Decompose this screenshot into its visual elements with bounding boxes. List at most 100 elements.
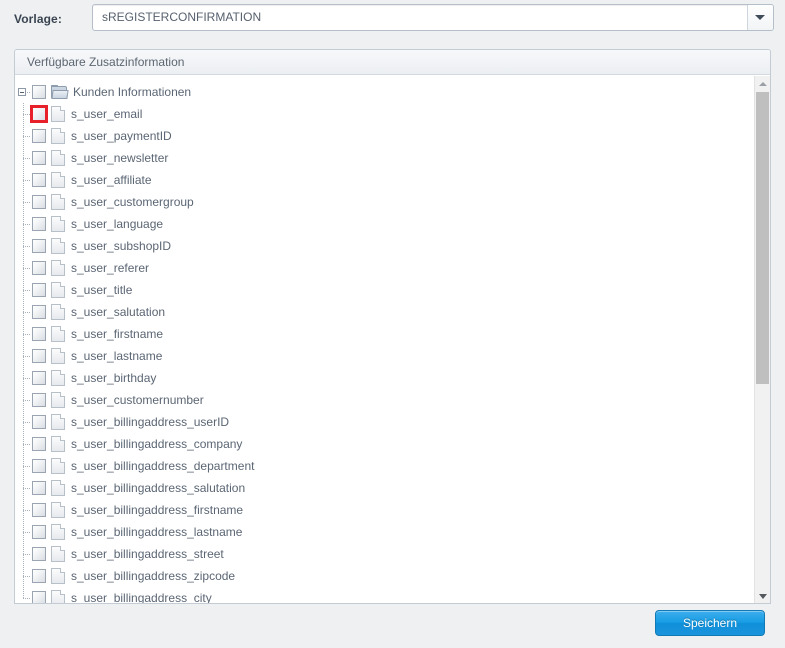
tree-node[interactable]: s_user_affiliate xyxy=(15,169,748,191)
tree-node[interactable]: s_user_billingaddress_userID xyxy=(15,411,748,433)
tree-node-checkbox[interactable] xyxy=(32,569,46,583)
tree-connector xyxy=(15,543,31,565)
tree-vertical-scrollbar[interactable] xyxy=(754,76,770,603)
tree-node-checkbox[interactable] xyxy=(32,85,46,99)
tree-node-checkbox[interactable] xyxy=(32,151,46,165)
tree-node-label: s_user_billingaddress_salutation xyxy=(71,481,246,495)
tree-connector xyxy=(15,169,31,191)
file-icon xyxy=(51,128,65,144)
tree-node-label: s_user_billingaddress_company xyxy=(71,437,243,451)
tree-connector xyxy=(15,521,31,543)
tree-node[interactable]: s_user_billingaddress_city xyxy=(15,587,748,604)
tree-node-checkbox[interactable] xyxy=(32,305,46,319)
tree-node-checkbox[interactable] xyxy=(32,415,46,429)
tree-connector xyxy=(15,433,31,455)
tree-node[interactable]: s_user_billingaddress_company xyxy=(15,433,748,455)
tree-node-checkbox[interactable] xyxy=(30,105,48,123)
tree-node-checkbox[interactable] xyxy=(32,129,46,143)
tree-node[interactable]: s_user_billingaddress_zipcode xyxy=(15,565,748,587)
tree-node-checkbox[interactable] xyxy=(32,371,46,385)
tree-node[interactable]: s_user_newsletter xyxy=(15,147,748,169)
tree-node-checkbox[interactable] xyxy=(32,437,46,451)
tree-connector xyxy=(15,455,31,477)
file-icon xyxy=(51,194,65,210)
scroll-up-button[interactable] xyxy=(755,76,770,92)
tree-node-list: Kunden Informationen s_user_email s_user_p… xyxy=(15,76,748,604)
tree-node-label: s_user_email xyxy=(71,107,143,121)
collapse-toggle-icon[interactable] xyxy=(15,81,31,103)
tree-node-checkbox[interactable] xyxy=(32,547,46,561)
file-icon xyxy=(51,502,65,518)
tree-node[interactable]: s_user_language xyxy=(15,213,748,235)
tree-node[interactable]: s_user_email xyxy=(15,103,748,125)
file-icon xyxy=(51,304,65,320)
tree-connector xyxy=(15,235,31,257)
tree-connector xyxy=(15,279,31,301)
template-combobox-trigger[interactable] xyxy=(747,5,773,30)
scroll-down-arrow-icon xyxy=(759,594,767,599)
tree-node-checkbox[interactable] xyxy=(32,459,46,473)
tree-connector xyxy=(15,345,31,367)
tree-node[interactable]: s_user_birthday xyxy=(15,367,748,389)
tree-node-checkbox[interactable] xyxy=(32,261,46,275)
tree-node[interactable]: s_user_paymentID xyxy=(15,125,748,147)
tree-node-checkbox[interactable] xyxy=(32,195,46,209)
tree-node-checkbox[interactable] xyxy=(32,283,46,297)
file-icon xyxy=(51,590,65,603)
tree-node-label: s_user_billingaddress_department xyxy=(71,459,255,473)
tree-node-label: s_user_billingaddress_lastname xyxy=(71,525,243,539)
scroll-down-button[interactable] xyxy=(755,588,770,603)
tree-node[interactable]: s_user_referer xyxy=(15,257,748,279)
file-icon xyxy=(51,260,65,276)
tree-node-label: s_user_salutation xyxy=(71,305,166,319)
tree-node-label: s_user_customergroup xyxy=(71,195,194,209)
tree-node-checkbox[interactable] xyxy=(32,525,46,539)
template-combobox-value[interactable]: sREGISTERCONFIRMATION xyxy=(102,5,722,30)
folder-open-icon xyxy=(51,85,69,99)
template-field-label: Vorlage: xyxy=(14,12,62,26)
tree-connector xyxy=(15,257,31,279)
tree-connector xyxy=(15,565,31,587)
file-icon xyxy=(51,458,65,474)
tree-connector xyxy=(15,323,31,345)
tree-node-checkbox[interactable] xyxy=(32,481,46,495)
tree-node[interactable]: s_user_title xyxy=(15,279,748,301)
tree-node-root[interactable]: Kunden Informationen xyxy=(15,81,748,103)
tree-scroll-area[interactable]: Kunden Informationen s_user_email s_user_p… xyxy=(15,76,748,604)
tree-node-checkbox[interactable] xyxy=(32,591,46,603)
tree-node-label: s_user_title xyxy=(71,283,133,297)
tree-node[interactable]: s_user_billingaddress_firstname xyxy=(15,499,748,521)
tree-node-checkbox[interactable] xyxy=(32,393,46,407)
tree-node-label: s_user_paymentID xyxy=(71,129,172,143)
file-icon xyxy=(51,436,65,452)
tree-node[interactable]: s_user_salutation xyxy=(15,301,748,323)
tree-node[interactable]: s_user_customergroup xyxy=(15,191,748,213)
tree-node[interactable]: s_user_billingaddress_salutation xyxy=(15,477,748,499)
tree-connector xyxy=(15,411,31,433)
template-combobox[interactable]: sREGISTERCONFIRMATION xyxy=(92,4,774,31)
tree-node[interactable]: s_user_billingaddress_street xyxy=(15,543,748,565)
scrollbar-thumb[interactable] xyxy=(756,92,769,384)
template-form-row: Vorlage: sREGISTERCONFIRMATION xyxy=(0,0,785,40)
tree-node-checkbox[interactable] xyxy=(32,173,46,187)
file-icon xyxy=(51,370,65,386)
tree-node[interactable]: s_user_firstname xyxy=(15,323,748,345)
file-icon xyxy=(51,150,65,166)
tree-node-checkbox[interactable] xyxy=(32,239,46,253)
tree-node[interactable]: s_user_customernumber xyxy=(15,389,748,411)
tree-connector xyxy=(15,213,31,235)
tree-node[interactable]: s_user_billingaddress_department xyxy=(15,455,748,477)
tree-node[interactable]: s_user_lastname xyxy=(15,345,748,367)
tree-node-label: s_user_language xyxy=(71,217,164,231)
save-button[interactable]: Speichern xyxy=(655,610,765,636)
tree-node-checkbox[interactable] xyxy=(32,503,46,517)
tree-node-label: s_user_billingaddress_city xyxy=(71,591,212,604)
tree-node[interactable]: s_user_billingaddress_lastname xyxy=(15,521,748,543)
tree-node-checkbox[interactable] xyxy=(32,349,46,363)
tree-node[interactable]: s_user_subshopID xyxy=(15,235,748,257)
tree-node-label: s_user_billingaddress_userID xyxy=(71,415,230,429)
file-icon xyxy=(51,238,65,254)
tree-node-checkbox[interactable] xyxy=(32,217,46,231)
tree-node-checkbox[interactable] xyxy=(32,327,46,341)
tree-node-label: s_user_billingaddress_street xyxy=(71,547,224,561)
